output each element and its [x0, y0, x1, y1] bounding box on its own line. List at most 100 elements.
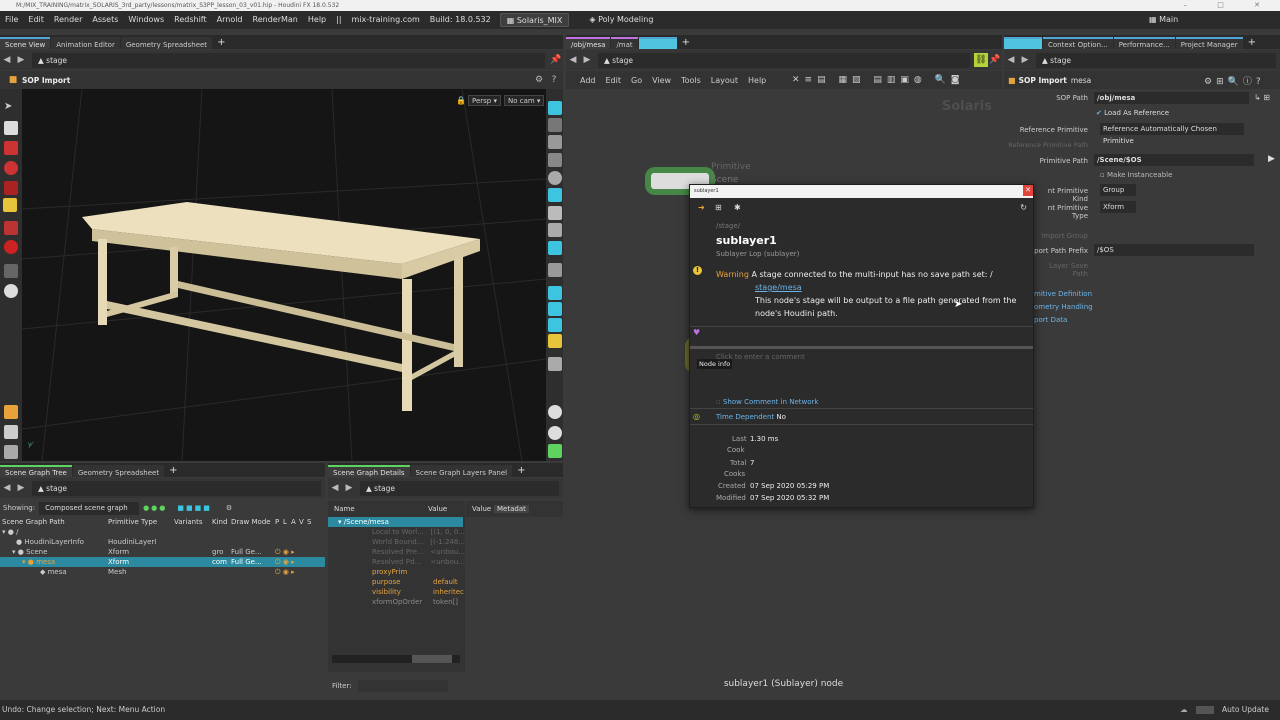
- tab-context-options[interactable]: Context Option...: [1043, 37, 1113, 49]
- cloud-icon[interactable]: ☁: [1180, 700, 1188, 720]
- info-icon[interactable]: [548, 426, 562, 440]
- display-option-icon[interactable]: [548, 101, 562, 115]
- parent-kind-dropdown[interactable]: Group: [1100, 184, 1136, 196]
- path-field-5[interactable]: ▲ stage: [1036, 52, 1276, 68]
- section-primitive-definition[interactable]: mitive Definition: [1034, 290, 1092, 298]
- row-flag-icons[interactable]: ⏻ ◉ ▸: [275, 547, 295, 557]
- gear-icon-2[interactable]: ⚙: [226, 504, 232, 512]
- flipbook-icon[interactable]: [4, 445, 18, 459]
- shelfset-selector[interactable]: ◈ Poly Modeling: [583, 13, 659, 27]
- tab-performance[interactable]: Performance...: [1113, 37, 1175, 49]
- path-field-3[interactable]: ▲ stage: [360, 480, 559, 496]
- row-flag-icons[interactable]: ⏻ ◉ ▸: [275, 567, 295, 577]
- menu-arnold[interactable]: Arnold: [212, 11, 248, 29]
- menu-redshift[interactable]: Redshift: [169, 11, 211, 29]
- pin-icon-3[interactable]: ➜: [698, 203, 705, 212]
- pin-icon-2[interactable]: 📌: [988, 53, 1002, 67]
- back-icon-5[interactable]: ◀: [1004, 53, 1018, 67]
- menu-renderman[interactable]: RenderMan: [248, 11, 303, 29]
- table-row[interactable]: visibility inheritec: [328, 587, 465, 597]
- forward-icon-4[interactable]: ▶: [580, 53, 594, 67]
- select-arrow-icon[interactable]: ➤: [4, 101, 18, 115]
- tab-scene-view[interactable]: Scene View: [0, 37, 51, 49]
- main-desktop[interactable]: ▦ Main: [1149, 11, 1178, 29]
- link-icon[interactable]: ⛓: [974, 53, 988, 67]
- render-icon[interactable]: [548, 357, 562, 371]
- col-p[interactable]: P: [275, 517, 283, 527]
- col-variants[interactable]: Variants: [174, 517, 212, 527]
- menu-file[interactable]: File: [0, 11, 23, 29]
- persp-menu[interactable]: Persp ▾: [468, 95, 501, 106]
- tab-mat[interactable]: /mat: [611, 37, 638, 49]
- view-tool-icon[interactable]: [4, 284, 18, 298]
- table-row[interactable]: ◆ mesa Mesh ⏻ ◉ ▸: [0, 567, 325, 577]
- params-tool-icons[interactable]: ⚙⊞🔍ⓘ?: [1204, 74, 1265, 87]
- row-draw[interactable]: Full Ge...: [231, 557, 275, 567]
- show-comment-toggle[interactable]: ▫ Show Comment in Network: [716, 398, 818, 406]
- tab-project-manager[interactable]: Project Manager: [1175, 37, 1243, 49]
- table-row[interactable]: ▾ ● Scene Xform gro Full Ge... ⏻ ◉ ▸: [0, 547, 325, 557]
- headlight-icon[interactable]: [548, 206, 562, 220]
- table-row[interactable]: ▾ ● /: [0, 527, 325, 537]
- window-controls[interactable]: – □ ✕: [1184, 0, 1274, 11]
- popup-titlebar[interactable]: sublayer1 ✕: [690, 185, 1033, 198]
- shading-icon[interactable]: [548, 118, 562, 132]
- back-icon[interactable]: ◀: [0, 53, 14, 67]
- tab-scene-graph-details[interactable]: Scene Graph Details: [328, 465, 410, 477]
- layout-icon[interactable]: [548, 444, 562, 458]
- col-name[interactable]: Name: [328, 501, 428, 517]
- tab-geometry-spreadsheet-2[interactable]: Geometry Spreadsheet: [72, 465, 165, 477]
- section-import-data[interactable]: port Data: [1034, 316, 1067, 324]
- guide-icon-1[interactable]: [548, 286, 562, 300]
- table-row[interactable]: purpose default: [328, 577, 465, 587]
- bulb-icon[interactable]: [548, 223, 562, 237]
- network-menu-go[interactable]: Go: [626, 76, 647, 85]
- network-menu-edit[interactable]: Edit: [601, 76, 627, 85]
- rotate-tool-icon[interactable]: [4, 141, 18, 155]
- auto-update-menu[interactable]: Auto Update: [1222, 700, 1269, 720]
- col-kind[interactable]: Kind: [212, 517, 231, 527]
- table-row[interactable]: Resolved Pre... <unbou...: [328, 547, 465, 557]
- filter-input[interactable]: [357, 680, 448, 692]
- col-value-2[interactable]: Value: [466, 505, 494, 513]
- expand-icon[interactable]: ⊞: [715, 203, 722, 212]
- network-menu-add[interactable]: Add: [575, 76, 601, 85]
- back-icon-3[interactable]: ◀: [328, 481, 342, 495]
- scene-graph-filter-icons[interactable]: ●●●: [143, 504, 167, 512]
- tab-layers-panel[interactable]: Scene Graph Layers Panel: [410, 465, 513, 477]
- close-icon[interactable]: ✕: [1023, 185, 1033, 196]
- guide-icon-4[interactable]: [548, 334, 562, 348]
- col-path[interactable]: Scene Graph Path: [0, 517, 108, 527]
- node-chooser-icon[interactable]: ↳ ⊞: [1254, 93, 1270, 102]
- magnet-icon[interactable]: [4, 240, 18, 254]
- path-field-4[interactable]: ▲ stage: [598, 52, 970, 68]
- tab-stage[interactable]: [638, 37, 677, 49]
- forward-icon-2[interactable]: ▶: [14, 481, 28, 495]
- make-instanceable-toggle[interactable]: ▫ Make Instanceable: [1100, 171, 1172, 179]
- section-geometry-handling[interactable]: ometry Handling: [1034, 303, 1093, 311]
- transform-tool-icon[interactable]: [4, 121, 18, 135]
- tab-geometry-spreadsheet[interactable]: Geometry Spreadsheet: [120, 37, 213, 49]
- scale-tool-icon[interactable]: [4, 161, 18, 175]
- snapshot-icon[interactable]: [4, 425, 18, 439]
- table-row[interactable]: ● HoudiniLayerInfo HoudiniLayerI: [0, 537, 325, 547]
- row-flag-icons[interactable]: ⏻ ◉ ▸: [275, 557, 295, 567]
- pose-tool-icon[interactable]: [4, 181, 18, 195]
- network-tool-icons[interactable]: ✕≡▤ ▦▧ ▤▥▣◍ 🔍◙: [792, 75, 964, 85]
- network-menu-help[interactable]: Help: [743, 76, 771, 85]
- details-scrollbar[interactable]: [332, 655, 460, 663]
- add-tab-button-2[interactable]: +: [165, 465, 181, 477]
- add-tab-button[interactable]: +: [213, 37, 229, 49]
- add-tab-button-3[interactable]: +: [513, 465, 529, 477]
- network-menu-layout[interactable]: Layout: [706, 76, 743, 85]
- path-field[interactable]: ▲ stage: [32, 52, 545, 68]
- snap-icon[interactable]: [548, 263, 562, 277]
- add-tab-button-4[interactable]: +: [678, 37, 694, 49]
- back-icon-2[interactable]: ◀: [0, 481, 14, 495]
- tab-obj-mesa[interactable]: /obj/mesa: [566, 37, 611, 49]
- network-menu-view[interactable]: View: [647, 76, 676, 85]
- scene-viewport[interactable]: 🔒 Persp ▾ No cam ▾ y⁄: [22, 89, 546, 461]
- network-menu-tools[interactable]: Tools: [676, 76, 706, 85]
- col-l[interactable]: L: [283, 517, 291, 527]
- desktop-selector[interactable]: ▦ Solaris_MIX: [499, 13, 570, 27]
